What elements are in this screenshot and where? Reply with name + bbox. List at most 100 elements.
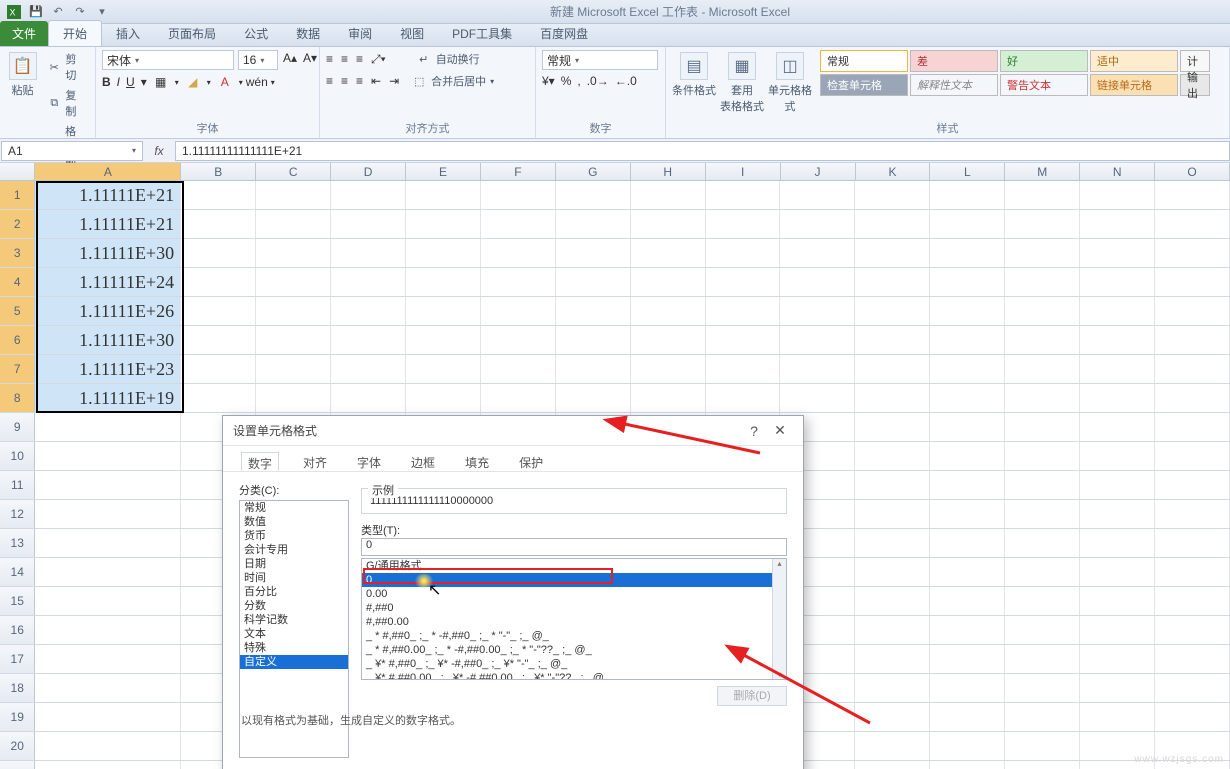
row-header[interactable]: 5 xyxy=(0,297,35,325)
cell[interactable] xyxy=(930,761,1005,769)
align-right-icon[interactable]: ≡ xyxy=(356,74,363,88)
cell[interactable] xyxy=(631,210,706,238)
phonetic-icon[interactable]: wén xyxy=(249,74,265,90)
col-header-D[interactable]: D xyxy=(331,163,406,180)
cell[interactable] xyxy=(706,210,781,238)
row-header[interactable]: 8 xyxy=(0,384,35,412)
cell[interactable] xyxy=(1005,674,1080,702)
cell[interactable] xyxy=(35,413,181,441)
merge-center-button[interactable]: ⬚合并后居中▾ xyxy=(407,72,498,90)
cell[interactable] xyxy=(1080,500,1155,528)
cell[interactable] xyxy=(1155,442,1230,470)
cell[interactable] xyxy=(1155,413,1230,441)
row-header[interactable]: 2 xyxy=(0,210,35,238)
category-item[interactable]: 分数 xyxy=(240,599,348,613)
cell[interactable] xyxy=(181,297,256,325)
row-header[interactable]: 9 xyxy=(0,413,35,441)
dialog-tab[interactable]: 对齐 xyxy=(297,452,333,471)
dialog-tab[interactable]: 保护 xyxy=(513,452,549,471)
cell[interactable] xyxy=(181,268,256,296)
cell[interactable] xyxy=(1080,355,1155,383)
cell[interactable] xyxy=(855,268,930,296)
format-item[interactable]: 0.00 xyxy=(362,587,786,601)
cell[interactable] xyxy=(855,355,930,383)
cell[interactable] xyxy=(1080,703,1155,731)
cell[interactable] xyxy=(706,384,781,412)
cell[interactable] xyxy=(1080,181,1155,209)
cell[interactable] xyxy=(930,413,1005,441)
cell[interactable] xyxy=(1155,210,1230,238)
cell[interactable] xyxy=(1155,239,1230,267)
shrink-font-icon[interactable]: A▾ xyxy=(302,50,318,66)
format-item[interactable]: _ ¥* #,##0_ ;_ ¥* -#,##0_ ;_ ¥* "-"_ ;_ … xyxy=(362,657,786,671)
cell[interactable] xyxy=(1080,587,1155,615)
cell[interactable] xyxy=(855,529,930,557)
cell[interactable] xyxy=(1005,442,1080,470)
cell[interactable] xyxy=(1005,297,1080,325)
cell[interactable] xyxy=(481,326,556,354)
style-bad[interactable]: 差 xyxy=(910,50,998,72)
conditional-format-button[interactable]: ▤条件格式 xyxy=(672,50,716,98)
col-header-I[interactable]: I xyxy=(706,163,781,180)
col-header-N[interactable]: N xyxy=(1080,163,1155,180)
cell[interactable] xyxy=(1155,326,1230,354)
row-header[interactable]: 16 xyxy=(0,616,35,644)
tab-baidu[interactable]: 百度网盘 xyxy=(526,21,602,46)
cell[interactable] xyxy=(930,645,1005,673)
col-header-O[interactable]: O xyxy=(1155,163,1230,180)
cell[interactable] xyxy=(855,587,930,615)
cell[interactable] xyxy=(1080,529,1155,557)
cell[interactable]: 1.11111E+24 xyxy=(35,268,181,296)
cell[interactable] xyxy=(256,326,331,354)
align-top-icon[interactable]: ≡ xyxy=(326,52,333,66)
cell[interactable] xyxy=(35,471,181,499)
category-item[interactable]: 日期 xyxy=(240,557,348,571)
undo-icon[interactable]: ↶ xyxy=(50,4,66,20)
row-header[interactable]: 7 xyxy=(0,355,35,383)
cell-styles-button[interactable]: ◫单元格格式 xyxy=(768,50,812,114)
fill-color-icon[interactable]: ◢ xyxy=(185,74,201,90)
cell[interactable] xyxy=(1080,616,1155,644)
cell[interactable] xyxy=(855,732,930,760)
cell[interactable] xyxy=(35,442,181,470)
row-header[interactable]: 20 xyxy=(0,732,35,760)
format-item[interactable]: _ ¥* #,##0.00_ ;_ ¥* -#,##0.00_ ;_ ¥* "-… xyxy=(362,671,786,680)
cell[interactable] xyxy=(1155,500,1230,528)
select-all-corner[interactable] xyxy=(0,163,35,180)
bold-button[interactable]: B xyxy=(102,75,111,89)
col-header-B[interactable]: B xyxy=(181,163,256,180)
row-header[interactable]: 10 xyxy=(0,442,35,470)
cell[interactable] xyxy=(481,297,556,325)
row-header[interactable]: 6 xyxy=(0,326,35,354)
cell[interactable] xyxy=(1155,471,1230,499)
cell[interactable] xyxy=(406,181,481,209)
cell[interactable] xyxy=(1155,268,1230,296)
qat-more-icon[interactable]: ▾ xyxy=(94,4,110,20)
style-neutral[interactable]: 适中 xyxy=(1090,50,1178,72)
cell[interactable] xyxy=(1005,268,1080,296)
align-middle-icon[interactable]: ≡ xyxy=(341,52,348,66)
cell[interactable] xyxy=(706,297,781,325)
format-item[interactable]: #,##0.00 xyxy=(362,615,786,629)
tab-formula[interactable]: 公式 xyxy=(230,21,282,46)
cell[interactable] xyxy=(1005,500,1080,528)
font-size-combo[interactable]: 16▾ xyxy=(238,50,278,70)
category-item[interactable]: 时间 xyxy=(240,571,348,585)
percent-icon[interactable]: % xyxy=(561,74,572,88)
cell[interactable] xyxy=(1155,355,1230,383)
cell[interactable] xyxy=(35,703,181,731)
cell[interactable] xyxy=(631,181,706,209)
cell[interactable] xyxy=(855,210,930,238)
cell[interactable] xyxy=(1080,326,1155,354)
cell[interactable] xyxy=(556,239,631,267)
cell[interactable] xyxy=(35,674,181,702)
italic-button[interactable]: I xyxy=(117,75,120,89)
row-header[interactable]: 14 xyxy=(0,558,35,586)
orientation-icon[interactable]: ⤢▾ xyxy=(371,52,386,67)
style-good[interactable]: 好 xyxy=(1000,50,1088,72)
cell[interactable] xyxy=(1080,268,1155,296)
cell[interactable] xyxy=(1155,529,1230,557)
cell[interactable] xyxy=(35,761,181,769)
tab-pdf[interactable]: PDF工具集 xyxy=(438,21,526,46)
col-header-A[interactable]: A xyxy=(35,163,181,180)
